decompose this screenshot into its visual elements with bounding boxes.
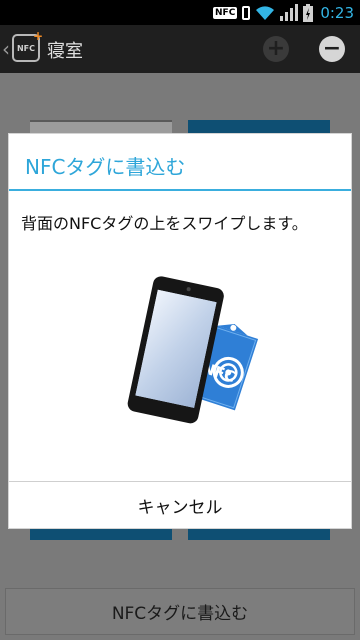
write-nfc-tag-button: NFCタグに書込む <box>5 588 355 635</box>
cancel-button[interactable]: キャンセル <box>9 482 351 528</box>
write-nfc-dialog: NFCタグに書込む 背面のNFCタグの上をスワイプします。 NFC キャンセル <box>8 133 352 529</box>
app-icon[interactable]: NFC + <box>12 29 43 62</box>
remove-button[interactable]: − <box>319 36 345 62</box>
status-bar: NFC 0:23 <box>0 0 360 25</box>
app-icon-label: NFC <box>16 43 36 53</box>
back-chevron-icon[interactable]: ‹ <box>2 37 10 61</box>
dialog-title: NFCタグに書込む <box>25 155 186 179</box>
minus-icon: − <box>322 36 342 61</box>
vibrate-icon <box>242 5 251 20</box>
signal-icon <box>280 4 299 21</box>
dialog-title-divider <box>9 189 351 191</box>
app-icon-plus-icon: + <box>32 29 43 43</box>
action-bar: ‹ NFC + 寝室 + − <box>0 25 360 73</box>
page-title: 寝室 <box>47 41 83 62</box>
add-button[interactable]: + <box>263 36 289 62</box>
plus-icon: + <box>266 36 286 61</box>
status-icons: NFC 0:23 <box>213 2 354 23</box>
clock: 0:23 <box>320 3 354 22</box>
wifi-icon <box>256 5 275 20</box>
nfc-status-icon: NFC <box>213 6 238 19</box>
dialog-message: 背面のNFCタグの上をスワイプします。 <box>21 214 308 233</box>
phone-nfc-tag-illustration: NFC <box>127 276 259 424</box>
battery-icon <box>303 3 314 22</box>
